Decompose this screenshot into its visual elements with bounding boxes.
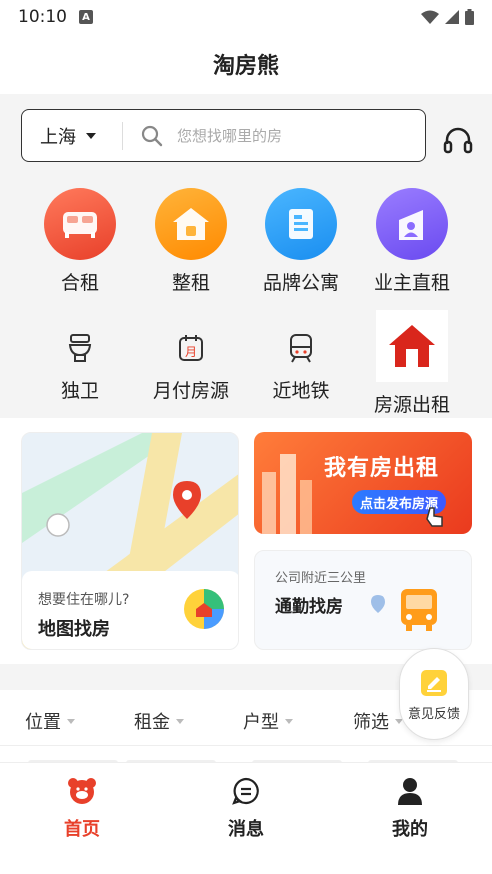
message-icon — [232, 777, 259, 805]
bottom-nav: 首页 消息 我的 — [0, 762, 492, 856]
location-pie-icon — [184, 589, 224, 629]
category-shared-rent[interactable]: 合租 — [25, 188, 135, 295]
filter-label: 近地铁 — [272, 380, 330, 402]
category-grid: 合租 整租 品牌公寓 业主直租 独卫 月 月付房源 近地铁 房源出租 — [0, 174, 492, 418]
tab-label: 首页 — [64, 819, 100, 840]
tab-profile[interactable]: 我的 — [360, 777, 460, 841]
page-title: 淘房熊 — [212, 54, 279, 79]
headset-icon[interactable] — [443, 126, 473, 158]
svg-text:月: 月 — [185, 345, 197, 359]
tab-label: 消息 — [228, 819, 264, 840]
filter-more-label: 筛选 — [353, 712, 389, 733]
filter-layout[interactable]: 户型 — [243, 708, 293, 734]
caret-down-icon — [176, 718, 184, 724]
filter-label: 独卫 — [60, 380, 99, 402]
tab-home[interactable]: 首页 — [32, 777, 132, 841]
owner-icon — [376, 188, 448, 260]
city-selector[interactable]: 上海 — [22, 123, 122, 149]
hand-pointer-icon — [426, 507, 443, 527]
feedback-button[interactable]: 意见反馈 — [399, 648, 469, 740]
category-whole-rent[interactable]: 整租 — [136, 188, 246, 295]
map-card-info: 想要住在哪儿? 地图找房 — [22, 571, 238, 649]
battery-icon — [465, 9, 474, 25]
bus-icon — [401, 589, 437, 631]
search-divider — [122, 121, 123, 150]
filter-more[interactable]: 筛选 — [353, 708, 403, 734]
search-input[interactable]: 您想找哪里的房 — [177, 125, 282, 146]
banner-title: 我有房出租 — [324, 456, 440, 481]
edit-icon — [421, 670, 447, 696]
category-label: 合租 — [60, 272, 99, 294]
category-label: 业主直租 — [373, 272, 450, 294]
filter-near-subway[interactable]: 近地铁 — [246, 328, 356, 403]
filter-private-bath[interactable]: 独卫 — [25, 328, 135, 403]
bear-home-icon — [68, 778, 96, 804]
caret-down-icon — [67, 718, 75, 724]
status-time: 10:10 — [18, 7, 67, 27]
tab-label: 我的 — [392, 819, 428, 840]
search-area: 上海 您想找哪里的房 — [0, 94, 492, 174]
filter-label: 月付房源 — [152, 380, 229, 402]
toilet-icon — [60, 328, 100, 368]
post-listing-banner[interactable]: 我有房出租 点击发布房源 — [254, 432, 472, 534]
tab-messages[interactable]: 消息 — [196, 777, 296, 841]
category-owner-direct[interactable]: 业主直租 — [357, 188, 467, 295]
notification-icon: A — [79, 10, 93, 24]
status-icons — [421, 9, 474, 25]
filter-rent-label: 租金 — [134, 712, 170, 733]
wifi-icon — [421, 10, 439, 24]
status-bar: 10:10 A — [0, 0, 492, 34]
commute-card-subtitle: 公司附近三公里 — [275, 571, 367, 586]
caret-down-icon — [86, 132, 96, 139]
house-icon — [155, 188, 227, 260]
city-skyline-graphic — [262, 454, 312, 534]
search-icon — [141, 125, 163, 147]
filter-rent[interactable]: 租金 — [134, 708, 184, 734]
filter-house-for-rent[interactable]: 房源出租 — [357, 310, 467, 417]
user-icon — [398, 778, 422, 805]
bed-icon — [44, 188, 116, 260]
title-bar: 淘房熊 — [0, 34, 492, 94]
pin-icon — [371, 595, 385, 613]
system-nav-bar — [0, 856, 492, 874]
listing-preview — [0, 746, 492, 766]
building-icon — [265, 188, 337, 260]
commute-search-card[interactable]: 公司附近三公里 通勤找房 — [254, 550, 472, 650]
filter-monthly-pay[interactable]: 月 月付房源 — [136, 328, 246, 403]
caret-down-icon — [285, 718, 293, 724]
category-label: 整租 — [171, 272, 210, 294]
category-brand-apartment[interactable]: 品牌公寓 — [246, 188, 356, 295]
feature-cards: 想要住在哪儿? 地图找房 我有房出租 点击发布房源 公司附近三公里 通勤找房 — [0, 418, 492, 664]
filter-location-label: 位置 — [25, 712, 61, 733]
signal-icon — [445, 10, 459, 24]
calendar-icon: 月 — [171, 328, 211, 368]
feedback-label: 意见反馈 — [407, 707, 460, 722]
subway-icon — [281, 328, 321, 368]
filter-location[interactable]: 位置 — [25, 708, 75, 734]
filter-label: 房源出租 — [373, 394, 450, 416]
city-label: 上海 — [40, 126, 76, 148]
filter-layout-label: 户型 — [243, 712, 279, 733]
category-label: 品牌公寓 — [262, 272, 339, 294]
search-bar[interactable]: 上海 您想找哪里的房 — [21, 109, 426, 162]
red-house-icon — [376, 310, 448, 382]
map-search-card[interactable]: 想要住在哪儿? 地图找房 — [21, 432, 239, 650]
